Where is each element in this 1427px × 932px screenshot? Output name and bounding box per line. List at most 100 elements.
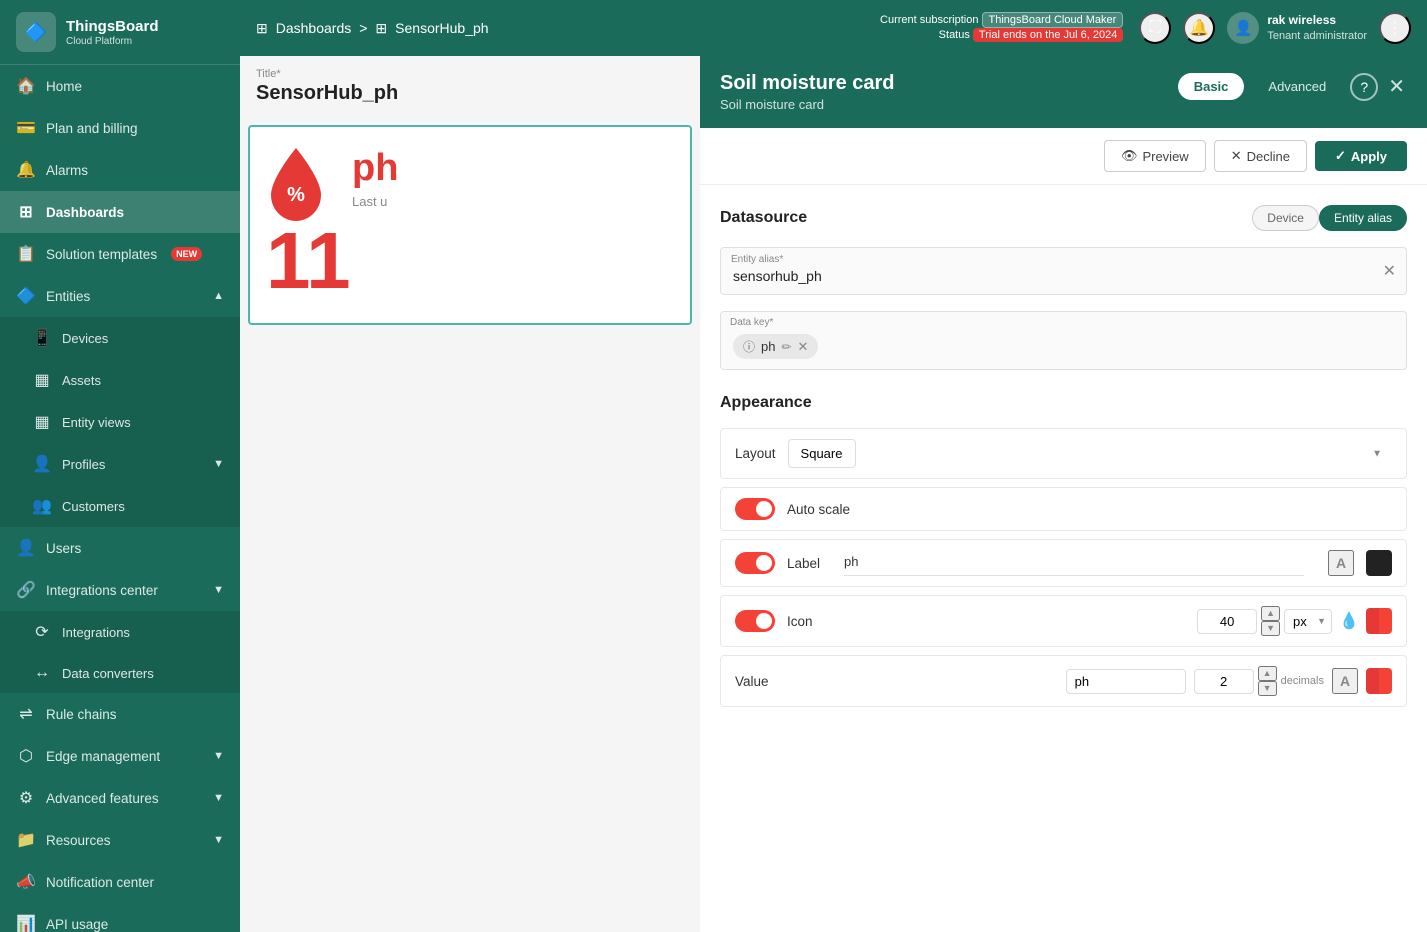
basic-tab-button[interactable]: Basic bbox=[1178, 73, 1245, 100]
resources-icon: 📁 bbox=[16, 830, 36, 850]
breadcrumb-icon: ⊞ bbox=[256, 20, 268, 37]
data-key-group: Data key* ⓘ ph ✏ ✕ bbox=[720, 311, 1407, 370]
sidebar-item-api-usage[interactable]: 📊 API usage bbox=[0, 903, 240, 932]
sidebar-item-label: Edge management bbox=[46, 749, 160, 764]
auto-scale-toggle[interactable] bbox=[735, 498, 775, 520]
alarms-icon: 🔔 bbox=[16, 160, 36, 180]
label-input[interactable] bbox=[844, 550, 1020, 573]
help-button[interactable]: ? bbox=[1350, 73, 1378, 101]
sidebar-item-billing[interactable]: 💳 Plan and billing bbox=[0, 107, 240, 149]
preview-button[interactable]: 👁 Preview bbox=[1104, 140, 1206, 172]
label-color-swatch[interactable] bbox=[1366, 550, 1392, 576]
sidebar-item-label: Entities bbox=[46, 289, 90, 304]
sidebar-item-users[interactable]: 👤 Users bbox=[0, 527, 240, 569]
dashboard-title-input: SensorHub_ph bbox=[256, 82, 684, 105]
sidebar-item-data-converters[interactable]: ↔ Data converters bbox=[0, 653, 240, 693]
decimals-down-button[interactable]: ▼ bbox=[1258, 681, 1277, 696]
home-icon: 🏠 bbox=[16, 76, 36, 96]
sidebar-item-integrations[interactable]: ⟳ Integrations bbox=[0, 611, 240, 653]
sidebar-item-profiles[interactable]: 👤 Profiles ▼ bbox=[0, 443, 240, 485]
auto-scale-label: Auto scale bbox=[787, 502, 850, 517]
widget-editor: Soil moisture card Soil moisture card Ba… bbox=[700, 56, 1427, 932]
icon-color-swatch[interactable] bbox=[1366, 608, 1392, 634]
sidebar-item-assets[interactable]: ▦ Assets bbox=[0, 359, 240, 401]
sidebar-item-entity-views[interactable]: ▦ Entity views bbox=[0, 401, 240, 443]
sidebar-item-resources[interactable]: 📁 Resources ▼ bbox=[0, 819, 240, 861]
appearance-section: Appearance Layout Square bbox=[720, 394, 1407, 707]
more-options-button[interactable]: ⋮ bbox=[1379, 12, 1411, 44]
decimals-spinners: ▲ ▼ bbox=[1258, 666, 1277, 696]
sidebar-item-dashboards[interactable]: ⊞ Dashboards bbox=[0, 191, 240, 233]
sidebar-item-label: Dashboards bbox=[46, 205, 124, 220]
advanced-tab-button[interactable]: Advanced bbox=[1252, 73, 1342, 100]
layout-select[interactable]: Square bbox=[788, 439, 856, 468]
icon-picker-button[interactable]: 💧 bbox=[1336, 608, 1362, 634]
entity-alias-input-wrapper: Entity alias* ✕ bbox=[720, 247, 1407, 295]
sidebar-item-solution-templates[interactable]: 📋 Solution templates NEW bbox=[0, 233, 240, 275]
icon-unit-select[interactable]: px bbox=[1284, 609, 1332, 634]
decimals-input[interactable] bbox=[1194, 669, 1254, 694]
label-input-wrapper bbox=[844, 550, 1304, 576]
apply-button[interactable]: ✓ Apply bbox=[1315, 141, 1407, 171]
customers-icon: 👥 bbox=[32, 496, 52, 516]
icon-toggle[interactable] bbox=[735, 610, 775, 632]
notifications-button[interactable]: 🔔 bbox=[1183, 12, 1215, 44]
data-key-tag: ⓘ ph ✏ ✕ bbox=[733, 334, 818, 359]
decline-button[interactable]: ✕ Decline bbox=[1214, 140, 1307, 172]
close-button[interactable]: ✕ bbox=[1386, 72, 1407, 101]
label-toggle[interactable] bbox=[735, 552, 775, 574]
icon-size-input[interactable] bbox=[1197, 609, 1257, 634]
sidebar-item-entities[interactable]: 🔷 Entities ▲ bbox=[0, 275, 240, 317]
entity-alias-input[interactable] bbox=[721, 248, 1406, 294]
breadcrumb-dashboards[interactable]: Dashboards bbox=[276, 20, 352, 36]
widget-header: % ph Last u bbox=[266, 143, 674, 213]
label-row: Label A bbox=[720, 539, 1407, 587]
user-menu[interactable]: 👤 rak wireless Tenant administrator bbox=[1227, 12, 1367, 44]
fullscreen-button[interactable]: ⛶ bbox=[1139, 12, 1171, 44]
sidebar-item-home[interactable]: 🏠 Home bbox=[0, 65, 240, 107]
status-label: Status bbox=[939, 29, 970, 41]
avatar-info: rak wireless Tenant administrator bbox=[1267, 12, 1367, 44]
notification-center-icon: 📣 bbox=[16, 872, 36, 892]
data-key-value: ph bbox=[761, 339, 775, 354]
device-type-button[interactable]: Device bbox=[1252, 205, 1319, 231]
value-color-swatch[interactable] bbox=[1366, 668, 1392, 694]
layout-label: Layout bbox=[735, 446, 776, 461]
entity-views-icon: ▦ bbox=[32, 412, 52, 432]
sidebar-item-alarms[interactable]: 🔔 Alarms bbox=[0, 149, 240, 191]
sidebar-item-notification-center[interactable]: 📣 Notification center bbox=[0, 861, 240, 903]
tag-remove-button[interactable]: ✕ bbox=[798, 339, 809, 355]
tag-edit-button[interactable]: ✏ bbox=[781, 340, 791, 354]
sidebar: 🔷 ThingsBoard Cloud Platform 🏠 Home 💳 Pl… bbox=[0, 0, 240, 932]
sidebar-item-devices[interactable]: 📱 Devices bbox=[0, 317, 240, 359]
dashboard-title-area: Title* SensorHub_ph bbox=[240, 56, 700, 117]
dashboard-preview-panel: Title* SensorHub_ph % bbox=[240, 56, 700, 932]
label-format-button[interactable]: A bbox=[1328, 550, 1354, 576]
sidebar-item-rule-chains[interactable]: ⇌ Rule chains bbox=[0, 693, 240, 735]
editor-body: Datasource Device Entity alias Entity al… bbox=[700, 185, 1427, 932]
integrations-center-icon: 🔗 bbox=[16, 580, 36, 600]
sidebar-item-label: Solution templates bbox=[46, 247, 157, 262]
appearance-label: Appearance bbox=[720, 394, 812, 412]
sidebar-item-integrations-center[interactable]: 🔗 Integrations center ▼ bbox=[0, 569, 240, 611]
decimals-up-button[interactable]: ▲ bbox=[1258, 666, 1277, 681]
sidebar-item-customers[interactable]: 👥 Customers bbox=[0, 485, 240, 527]
widget-value: 11 bbox=[266, 221, 351, 301]
breadcrumb-icon2: ⊞ bbox=[375, 20, 387, 37]
chevron-down-icon: ▼ bbox=[213, 834, 224, 846]
icon-unit-wrapper: px bbox=[1284, 609, 1332, 634]
entity-alias-type-button[interactable]: Entity alias bbox=[1319, 205, 1407, 231]
value-format-button[interactable]: A bbox=[1332, 668, 1358, 694]
sidebar-item-advanced-features[interactable]: ⚙ Advanced features ▼ bbox=[0, 777, 240, 819]
value-input[interactable] bbox=[1066, 669, 1186, 694]
dashboards-icon: ⊞ bbox=[16, 202, 36, 222]
sidebar-item-edge-management[interactable]: ⬡ Edge management ▼ bbox=[0, 735, 240, 777]
apply-icon: ✓ bbox=[1335, 148, 1346, 164]
datasource-type-toggle: Device Entity alias bbox=[1252, 205, 1407, 231]
topbar-right: Current subscription ThingsBoard Cloud M… bbox=[880, 12, 1411, 44]
editor-title: Soil moisture card bbox=[720, 72, 895, 95]
sidebar-item-label: Plan and billing bbox=[46, 121, 138, 136]
icon-size-down-button[interactable]: ▼ bbox=[1261, 621, 1280, 636]
entity-alias-clear-button[interactable]: ✕ bbox=[1383, 261, 1396, 281]
icon-size-up-button[interactable]: ▲ bbox=[1261, 606, 1280, 621]
